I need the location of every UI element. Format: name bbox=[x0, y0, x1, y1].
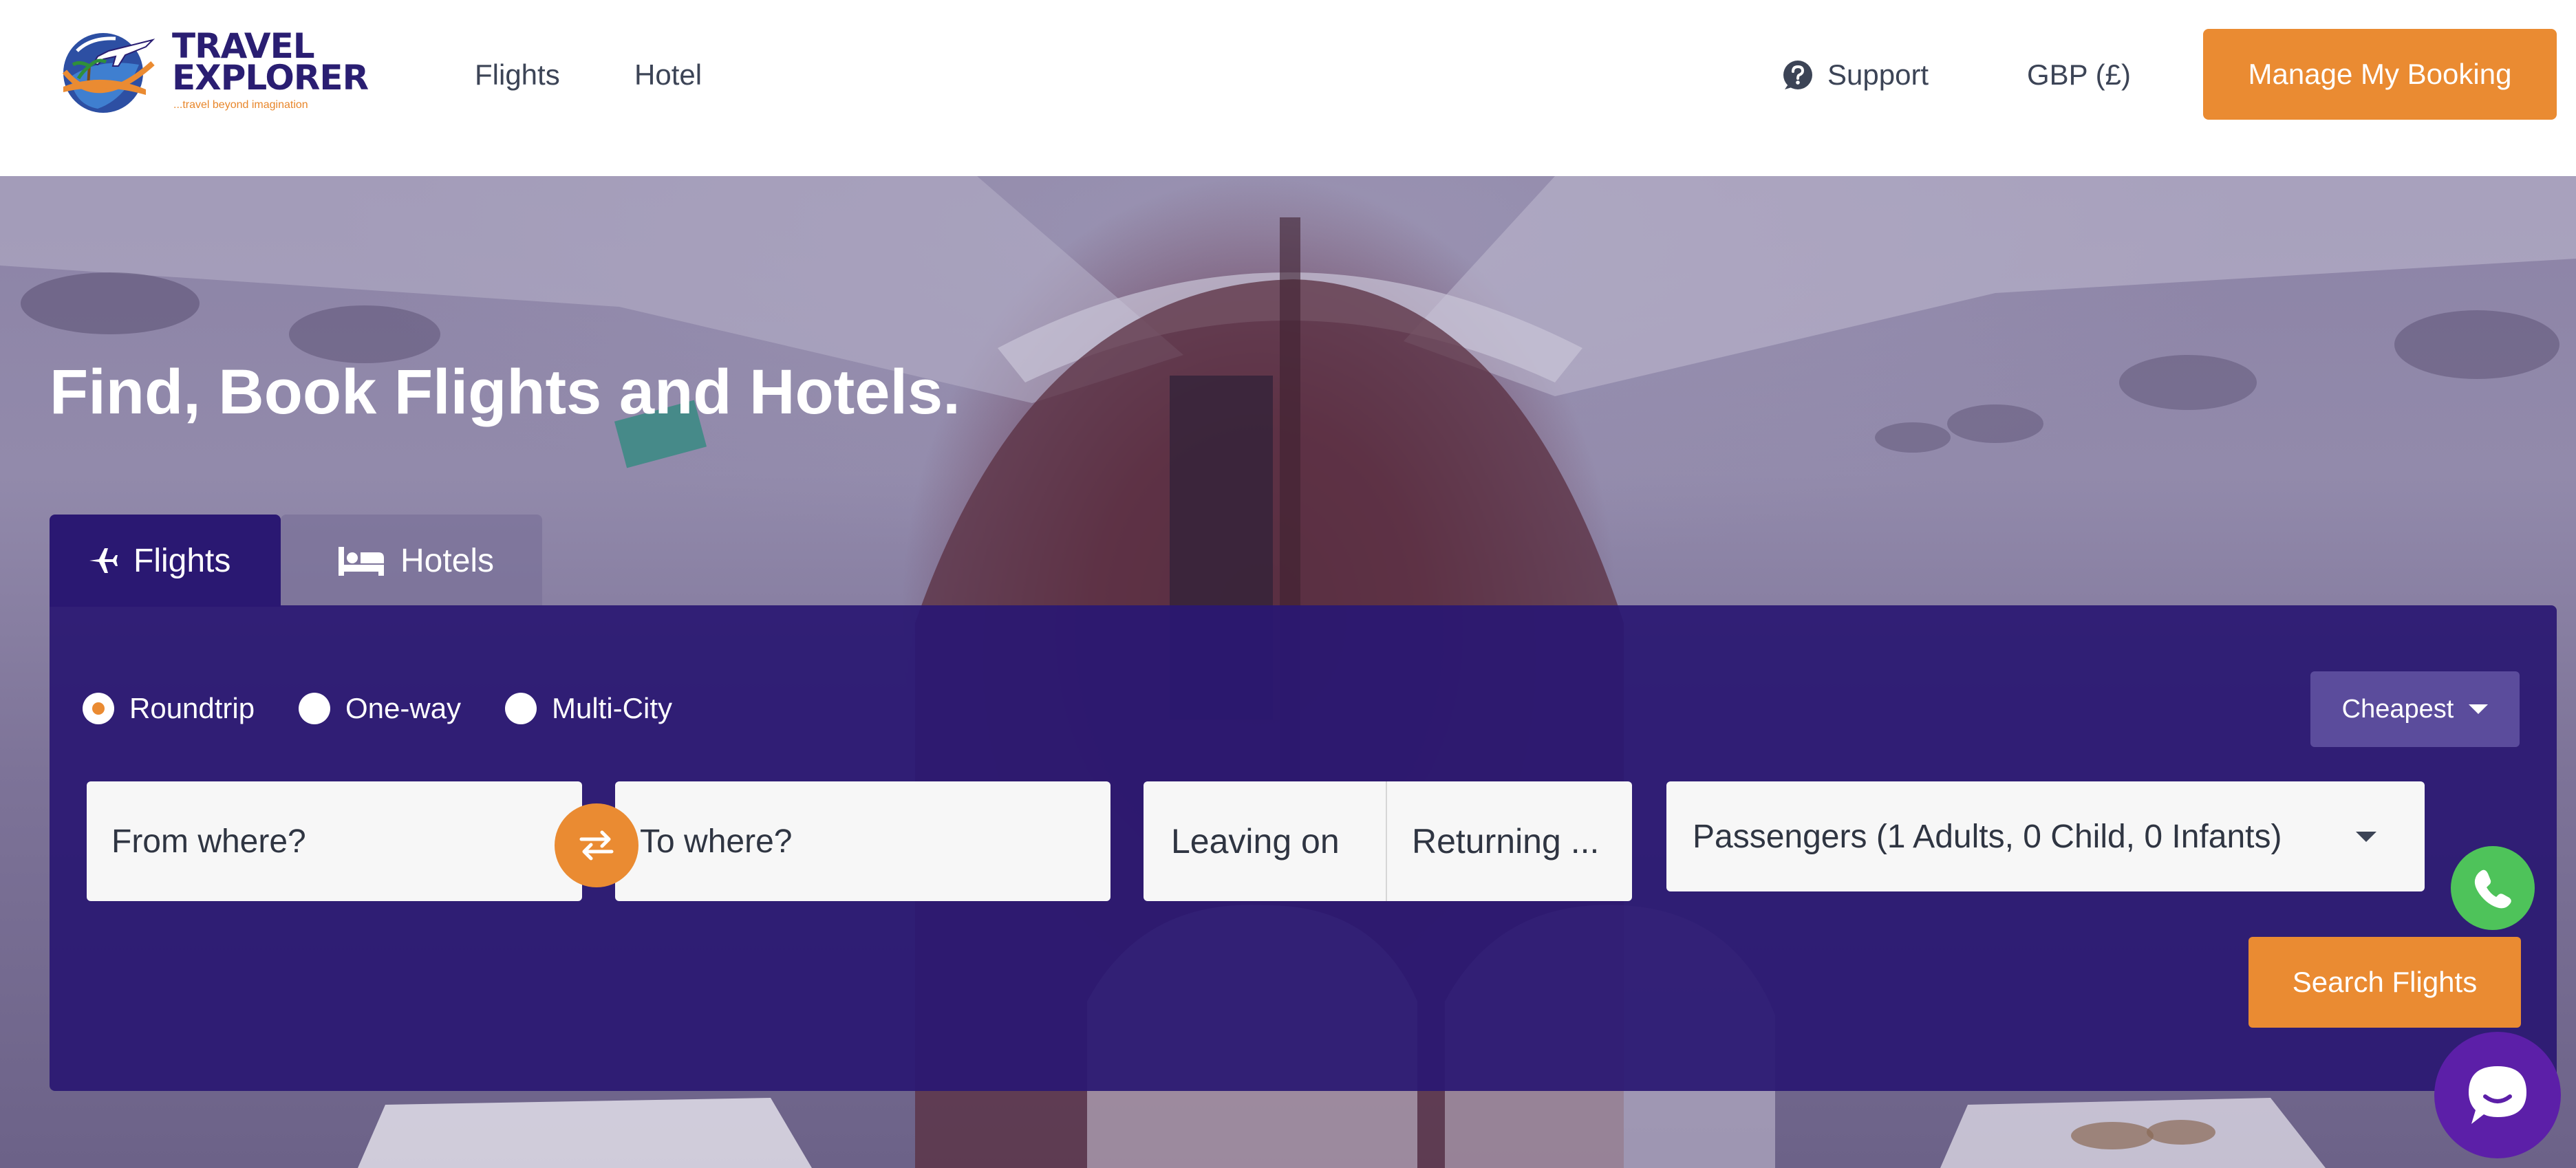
passengers-value: Passengers (1 Adults, 0 Child, 0 Infants… bbox=[1693, 818, 2282, 855]
one-way-label: One-way bbox=[345, 692, 462, 724]
to-where-input[interactable]: To where? bbox=[615, 781, 1110, 901]
nav-flights-link[interactable]: Flights bbox=[475, 56, 560, 94]
bed-icon bbox=[339, 547, 384, 576]
radio-checked-icon bbox=[83, 693, 114, 724]
sort-dropdown[interactable]: Cheapest bbox=[2310, 671, 2520, 747]
help-circle-icon bbox=[1783, 61, 1812, 89]
plane-icon bbox=[89, 548, 118, 573]
tab-hotels[interactable]: Hotels bbox=[281, 515, 542, 607]
one-way-radio[interactable]: One-way bbox=[299, 688, 461, 729]
sort-label: Cheapest bbox=[2341, 694, 2454, 724]
live-chat-button[interactable] bbox=[2434, 1032, 2561, 1158]
radio-unchecked-icon bbox=[505, 693, 537, 724]
returning-input[interactable]: Returning ... bbox=[1387, 781, 1632, 901]
whatsapp-phone-icon bbox=[2474, 869, 2511, 909]
date-range-picker[interactable]: Leaving on Returning ... bbox=[1144, 781, 1632, 901]
tab-flights[interactable]: Flights bbox=[50, 515, 281, 607]
tab-hotels-label: Hotels bbox=[400, 542, 495, 579]
swap-locations-button[interactable] bbox=[555, 803, 638, 887]
flight-search-panel: Roundtrip One-way Multi-City Cheapest Fr… bbox=[50, 605, 2557, 1091]
swap-arrows-icon bbox=[579, 830, 614, 861]
logo-tagline: ...travel beyond imagination bbox=[173, 99, 308, 111]
roundtrip-radio[interactable]: Roundtrip bbox=[83, 688, 255, 729]
multi-city-label: Multi-City bbox=[552, 692, 672, 724]
hero-title: Find, Book Flights and Hotels. bbox=[50, 357, 960, 427]
to-where-placeholder: To where? bbox=[640, 823, 793, 860]
currency-selector[interactable]: GBP (£) bbox=[2027, 56, 2131, 94]
roundtrip-label: Roundtrip bbox=[129, 692, 255, 724]
globe-plane-logo-icon bbox=[62, 33, 155, 113]
logo-line2: EXPLORER bbox=[172, 58, 369, 98]
nav-hotel-link[interactable]: Hotel bbox=[634, 56, 702, 94]
manage-booking-button[interactable]: Manage My Booking bbox=[2203, 29, 2557, 120]
radio-unchecked-icon bbox=[299, 693, 330, 724]
passengers-dropdown[interactable]: Passengers (1 Adults, 0 Child, 0 Infants… bbox=[1666, 781, 2425, 891]
support-link[interactable]: Support bbox=[1782, 56, 1929, 94]
travel-explorer-logo[interactable]: TRAVEL EXPLORER ...travel beyond imagina… bbox=[50, 21, 369, 117]
from-where-input[interactable]: From where? bbox=[87, 781, 582, 901]
chat-bubble-icon bbox=[2469, 1066, 2526, 1124]
whatsapp-chat-button[interactable] bbox=[2451, 846, 2535, 930]
support-label: Support bbox=[1827, 58, 1929, 91]
hero-section: Find, Book Flights and Hotels. Flights H… bbox=[0, 176, 2576, 1168]
top-header: TRAVEL EXPLORER ...travel beyond imagina… bbox=[0, 0, 2576, 176]
logo-wordmark: TRAVEL EXPLORER bbox=[172, 29, 369, 98]
leaving-on-input[interactable]: Leaving on bbox=[1144, 781, 1387, 901]
multi-city-radio[interactable]: Multi-City bbox=[505, 688, 672, 729]
caret-down-icon bbox=[2469, 704, 2489, 714]
caret-down-icon bbox=[2356, 831, 2376, 842]
search-flights-button[interactable]: Search Flights bbox=[2248, 937, 2521, 1028]
tab-flights-label: Flights bbox=[133, 542, 231, 579]
